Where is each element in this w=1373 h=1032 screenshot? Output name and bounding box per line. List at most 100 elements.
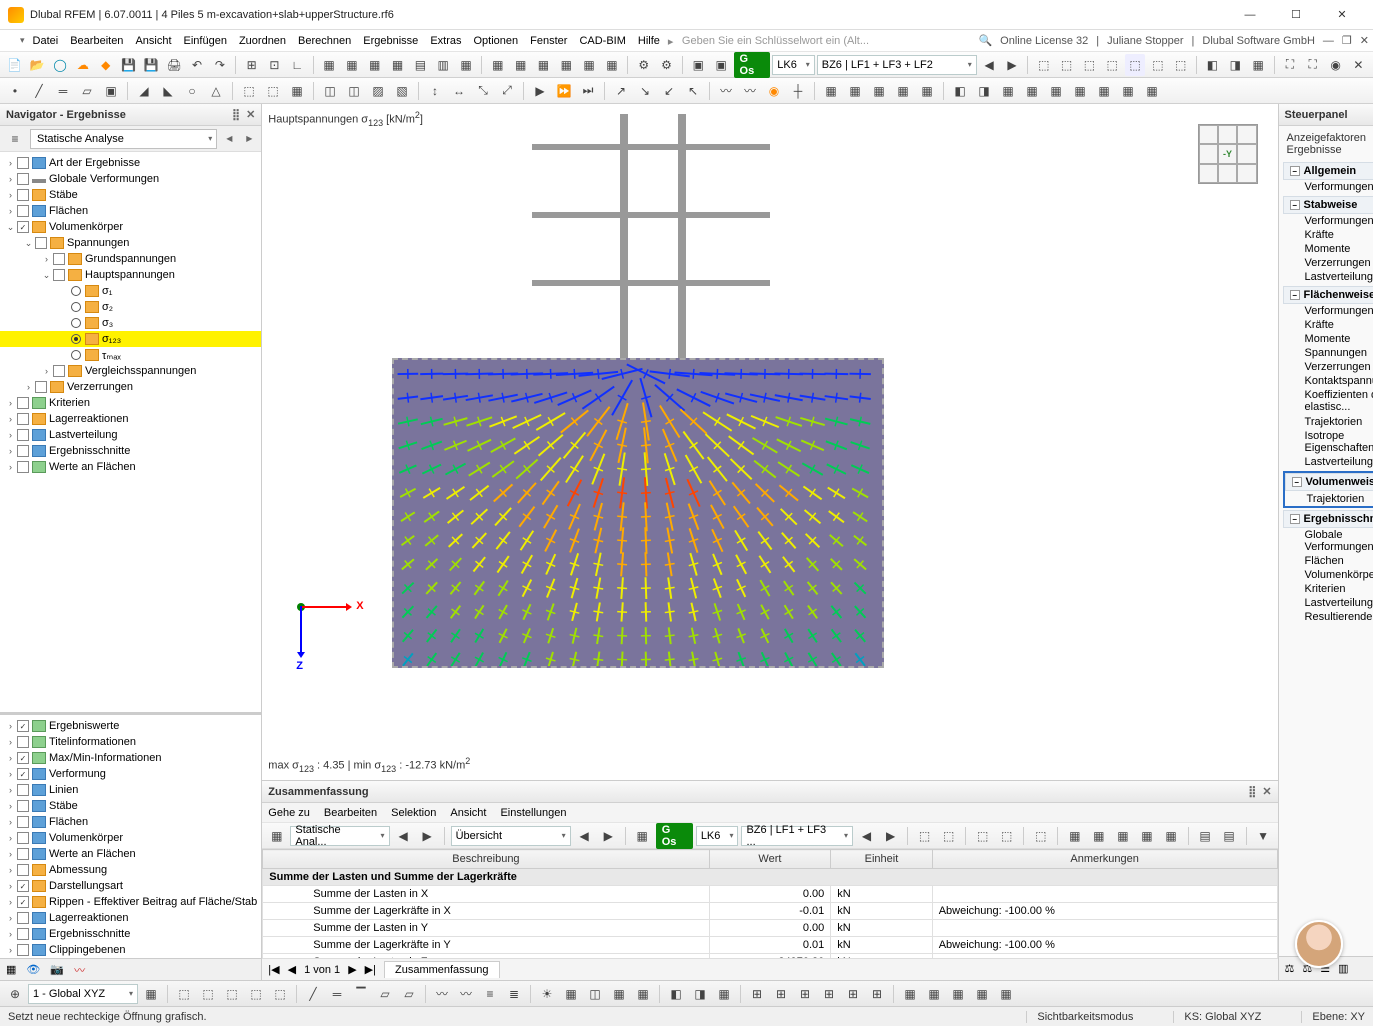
tree-item[interactable]: σ₁₂₃ — [0, 331, 261, 347]
menu-optionen[interactable]: Optionen — [468, 33, 525, 49]
summary-menu-item[interactable]: Gehe zu — [268, 807, 310, 819]
summary-combo-1[interactable]: Statische Anal... — [290, 826, 389, 846]
snap-icon[interactable]: ⊡ — [264, 54, 285, 76]
tb-icon[interactable]: 〰 — [739, 80, 761, 102]
tb-icon[interactable]: ↔ — [448, 80, 470, 102]
tb-icon[interactable]: ▦ — [971, 983, 993, 1005]
solid-icon[interactable]: ▣ — [100, 80, 122, 102]
analysis-type-combo[interactable]: Statische Analyse — [30, 129, 217, 149]
tb-icon[interactable]: ↙ — [658, 80, 680, 102]
tb-icon[interactable]: ▦ — [608, 983, 630, 1005]
tb-icon[interactable]: ◧ — [949, 80, 971, 102]
open-icon[interactable]: 📂 — [27, 54, 48, 76]
tb-icon[interactable]: ▦ — [456, 54, 477, 76]
menu-extras[interactable]: Extras — [424, 33, 467, 49]
factor-row[interactable]: Trajektorien1.00◂ — [1285, 491, 1373, 506]
tb-icon[interactable]: ⬚ — [173, 983, 195, 1005]
prev-icon[interactable]: ◀ — [979, 54, 1000, 76]
tree-item[interactable]: ›Ergebnisschnitte — [0, 926, 261, 942]
tab-camera-icon[interactable]: 📷 — [50, 963, 64, 976]
factor-row[interactable]: Trajektorien1.75◂ — [1283, 414, 1373, 429]
tb-icon[interactable]: ≣ — [503, 983, 525, 1005]
tb-icon[interactable]: ⊕ — [4, 983, 26, 1005]
tb-icon[interactable]: ▦ — [892, 80, 914, 102]
tb-icon[interactable]: ▦ — [1117, 80, 1139, 102]
tb-icon[interactable]: ▦ — [868, 80, 890, 102]
close-panel-icon[interactable]: ✕ — [246, 108, 255, 121]
factor-row[interactable]: Kräfte0.00 — [1283, 318, 1373, 332]
tb-icon[interactable]: ↕ — [424, 80, 446, 102]
tb-icon[interactable]: ◨ — [689, 983, 711, 1005]
tb-icon[interactable]: ⬚ — [1170, 54, 1191, 76]
next-icon[interactable]: ▶ — [417, 825, 438, 847]
group-header[interactable]: −Ergebnisschnitte — [1283, 510, 1373, 528]
tb-icon[interactable]: ⤢ — [496, 80, 518, 102]
tb-icon[interactable]: ⬚ — [238, 80, 260, 102]
tb-icon[interactable]: ▦ — [1045, 80, 1067, 102]
factor-row[interactable]: Kriterien1.00 — [1283, 582, 1373, 596]
group-header[interactable]: −Flächenweise — [1283, 286, 1373, 304]
tb-icon[interactable]: ⬚ — [914, 825, 935, 847]
tree-item[interactable]: ›Stäbe — [0, 187, 261, 203]
tb-icon[interactable]: ⬚ — [1056, 54, 1077, 76]
tb-icon[interactable]: ⊞ — [746, 983, 768, 1005]
coord-system-combo[interactable]: 1 - Global XYZ — [28, 984, 138, 1004]
tree-item[interactable]: ›Darstellungsart — [0, 878, 261, 894]
inner-close-icon[interactable]: ✕ — [1360, 34, 1369, 47]
tb-icon[interactable]: ↗ — [610, 80, 632, 102]
tab-data-icon[interactable]: ▦ — [6, 963, 16, 976]
redo-icon[interactable]: ↷ — [209, 54, 230, 76]
inner-restore-icon[interactable]: ❐ — [1342, 34, 1352, 47]
grid-icon[interactable]: ⊞ — [241, 54, 262, 76]
new-icon[interactable]: 📄 — [4, 54, 25, 76]
tb-icon[interactable]: ⏩ — [553, 80, 575, 102]
tb-icon[interactable]: ▤ — [1219, 825, 1240, 847]
tree-item[interactable]: ›Verformung — [0, 766, 261, 782]
factor-row[interactable]: Verformungen352.78 — [1283, 180, 1373, 194]
tb-icon[interactable]: ▦ — [387, 54, 408, 76]
menu-berechnen[interactable]: Berechnen — [292, 33, 357, 49]
tb-icon[interactable]: ⤡ — [472, 80, 494, 102]
tree-item[interactable]: ›Vergleichsspannungen — [0, 363, 261, 379]
menu-search[interactable]: Geben Sie ein Schlüsselwort ein (Alt... — [668, 35, 869, 47]
tb-icon[interactable]: ▔ — [350, 983, 372, 1005]
tb-icon[interactable]: ⏭ — [577, 80, 599, 102]
summary-menu-item[interactable]: Einstellungen — [500, 807, 566, 819]
tree-item[interactable]: ›Flächen — [0, 203, 261, 219]
factor-row[interactable]: Verzerrungen0.00 — [1283, 360, 1373, 374]
tree-item[interactable]: σ₁ — [0, 283, 261, 299]
last-page-icon[interactable]: ▶| — [365, 963, 376, 976]
tb-icon[interactable]: ☀ — [536, 983, 558, 1005]
next-icon[interactable]: ▶ — [880, 825, 901, 847]
tb-icon[interactable]: ▦ — [266, 825, 287, 847]
tb-icon[interactable]: ▦ — [140, 983, 162, 1005]
tb-icon[interactable]: 〰 — [715, 80, 737, 102]
view-cube[interactable]: -Y — [1198, 124, 1258, 184]
tb-icon[interactable]: ⛶ — [1302, 54, 1323, 76]
tb-icon[interactable]: ⬚ — [245, 983, 267, 1005]
tb-icon[interactable]: ▦ — [1064, 825, 1085, 847]
tree-item[interactable]: ⌄Spannungen — [0, 235, 261, 251]
tree-item[interactable]: ›Rippen - Effektiver Beitrag auf Fläche/… — [0, 894, 261, 910]
summary-table[interactable]: BeschreibungWertEinheitAnmerkungen Summe… — [262, 849, 1277, 958]
print-icon[interactable]: 🖨 — [164, 54, 185, 76]
factor-row[interactable]: Kräfte1.00 — [1283, 228, 1373, 242]
tb-icon[interactable]: ⬚ — [269, 983, 291, 1005]
tb-icon[interactable]: ▱ — [398, 983, 420, 1005]
tb-icon[interactable]: ⊞ — [794, 983, 816, 1005]
tb-icon[interactable]: ▶ — [529, 80, 551, 102]
tb-icon[interactable]: ⛶ — [1279, 54, 1300, 76]
tree-item[interactable]: ›Flächen — [0, 814, 261, 830]
menu-zuordnen[interactable]: Zuordnen — [233, 33, 292, 49]
factor-row[interactable]: Volumenkörper1.00 — [1283, 568, 1373, 582]
group-header[interactable]: −Volumenweise — [1285, 473, 1373, 491]
lk-combo[interactable]: LK6 — [696, 826, 739, 846]
tb-icon[interactable]: ▦ — [1141, 80, 1163, 102]
tb-icon[interactable]: ┼ — [787, 80, 809, 102]
summary-menu-item[interactable]: Bearbeiten — [324, 807, 377, 819]
factor-row[interactable]: Globale Verformungen1.00 — [1283, 528, 1373, 554]
node-icon[interactable]: • — [4, 80, 26, 102]
prev-icon[interactable]: ◀ — [856, 825, 877, 847]
tb-icon[interactable]: ▦ — [916, 80, 938, 102]
menu-hilfe[interactable]: Hilfe — [632, 33, 666, 49]
